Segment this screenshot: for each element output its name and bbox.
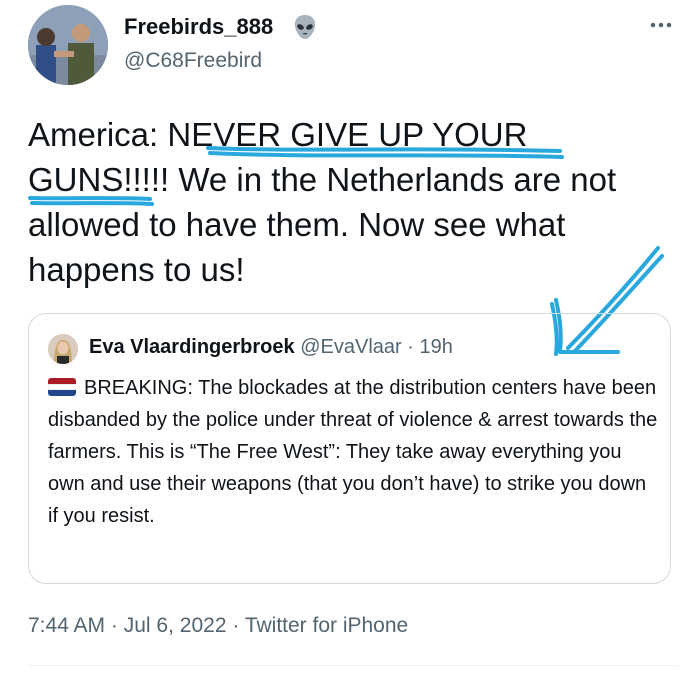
author-handle[interactable]: @C68Freebird xyxy=(124,49,262,73)
tweet-text-highlight-2: GUNS xyxy=(28,161,124,198)
quoted-tweet-header: Eva Vlaardingerbroek @EvaVlaar · 19h xyxy=(89,336,453,359)
author-avatar[interactable] xyxy=(28,5,108,85)
divider xyxy=(28,665,678,666)
quoted-author-avatar[interactable] xyxy=(48,334,78,364)
author-display-name[interactable]: Freebirds_888 xyxy=(124,14,273,40)
tweet-timestamp: 7:44 AM · Jul 6, 2022 · Twitter for iPho… xyxy=(28,614,408,638)
quoted-tweet-card[interactable]: Eva Vlaardingerbroek @EvaVlaar · 19h BRE… xyxy=(28,313,671,584)
quoted-tweet-body: BREAKING: The blockades at the distribut… xyxy=(48,377,658,527)
quoted-author-name[interactable]: Eva Vlaardingerbroek xyxy=(89,336,295,358)
quoted-time-ago[interactable]: 19h xyxy=(419,336,452,358)
tweet-text: America: NEVER GIVE UP YOUR GUNS!!!!! We … xyxy=(28,112,678,292)
quoted-avatar-photo xyxy=(48,334,78,364)
alien-emoji-icon xyxy=(294,15,316,39)
quoted-separator: · xyxy=(407,336,414,358)
netherlands-flag-icon xyxy=(48,378,76,396)
avatar-photo xyxy=(28,5,108,85)
timestamp-separator-2: · xyxy=(232,614,240,637)
tweet-time[interactable]: 7:44 AM xyxy=(28,614,105,637)
quoted-tweet-text: BREAKING: The blockades at the distribut… xyxy=(48,372,658,532)
more-options-icon[interactable] xyxy=(646,10,676,40)
quoted-author-handle[interactable]: @EvaVlaar xyxy=(300,336,401,358)
tweet-text-prefix: America: xyxy=(28,116,168,153)
tweet-text-highlight-1: NEVER GIVE UP YOUR xyxy=(167,116,528,153)
tweet-source[interactable]: Twitter for iPhone xyxy=(245,614,408,637)
tweet-date[interactable]: Jul 6, 2022 xyxy=(124,614,227,637)
timestamp-separator-1: · xyxy=(110,614,118,637)
